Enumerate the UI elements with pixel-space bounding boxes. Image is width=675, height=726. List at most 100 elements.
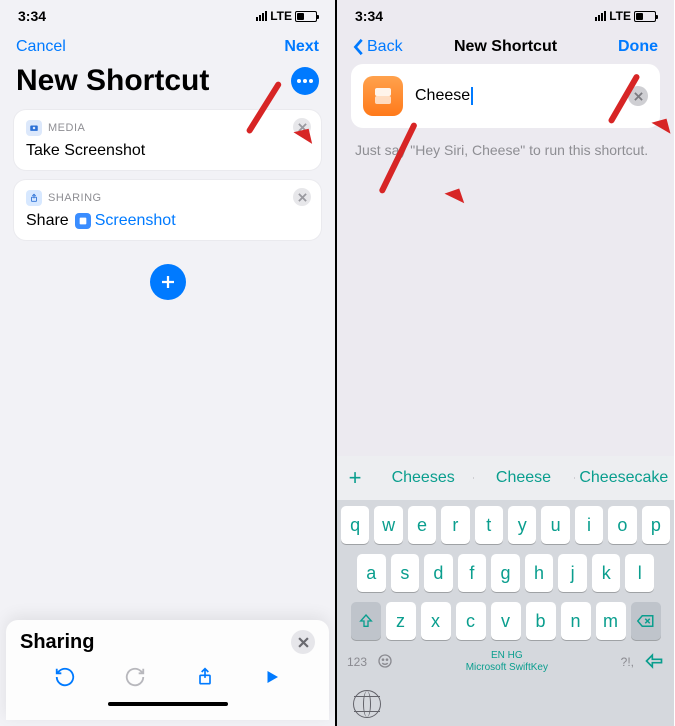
add-action-button[interactable] — [150, 264, 186, 300]
suggestion-bar: + Cheeses Cheese Cheesecake — [337, 456, 674, 500]
cancel-button[interactable]: Cancel — [16, 38, 66, 56]
key-v[interactable]: v — [491, 602, 521, 640]
key-g[interactable]: g — [491, 554, 520, 592]
emoji-key[interactable] — [377, 653, 393, 672]
shortcut-icon[interactable] — [363, 76, 403, 116]
key-m[interactable]: m — [596, 602, 626, 640]
card-action-label: Take Screenshot — [26, 142, 309, 160]
keyboard-brand-label: Microsoft SwiftKey — [466, 662, 548, 674]
key-s[interactable]: s — [391, 554, 420, 592]
key-a[interactable]: a — [357, 554, 386, 592]
bottom-toolbar — [20, 654, 315, 698]
card-action-line: Share Screenshot — [26, 212, 309, 230]
undo-button[interactable] — [54, 666, 76, 694]
status-icons: LTE — [256, 9, 317, 23]
key-y[interactable]: y — [508, 506, 536, 544]
key-h[interactable]: h — [525, 554, 554, 592]
key-k[interactable]: k — [592, 554, 621, 592]
card-category: MEDIA — [48, 122, 85, 134]
share-button[interactable] — [195, 666, 215, 694]
numeric-key[interactable]: 123 — [347, 655, 367, 669]
shortcut-name-input[interactable]: Cheese — [415, 87, 648, 105]
key-t[interactable]: t — [475, 506, 503, 544]
key-row-1: q w e r t y u i o p — [337, 500, 674, 550]
key-n[interactable]: n — [561, 602, 591, 640]
enter-key[interactable] — [644, 653, 664, 672]
sheet-title: Sharing — [20, 631, 94, 654]
key-z[interactable]: z — [386, 602, 416, 640]
text-cursor — [471, 87, 473, 105]
key-i[interactable]: i — [575, 506, 603, 544]
key-u[interactable]: u — [541, 506, 569, 544]
suggestion-1[interactable]: Cheeses — [373, 469, 473, 487]
status-time: 3:34 — [18, 8, 46, 24]
status-time: 3:34 — [355, 8, 383, 24]
key-o[interactable]: o — [608, 506, 636, 544]
status-bar: 3:34 LTE — [337, 0, 674, 28]
nav-bar: Back New Shortcut Done — [337, 28, 674, 64]
key-q[interactable]: q — [341, 506, 369, 544]
backspace-key[interactable] — [631, 602, 661, 640]
shortcut-name-card: Cheese — [351, 64, 660, 128]
share-variable-token[interactable]: Screenshot — [75, 212, 176, 230]
key-j[interactable]: j — [558, 554, 587, 592]
suggestion-3[interactable]: Cheesecake — [574, 469, 674, 487]
more-options-button[interactable] — [291, 67, 319, 95]
page-title: New Shortcut — [16, 64, 209, 98]
key-x[interactable]: x — [421, 602, 451, 640]
input-value: Cheese — [415, 87, 470, 105]
key-l[interactable]: l — [625, 554, 654, 592]
title-row: New Shortcut — [0, 64, 335, 110]
card-category: SHARING — [48, 192, 102, 204]
signal-icon — [256, 11, 267, 21]
key-c[interactable]: c — [456, 602, 486, 640]
run-button[interactable] — [263, 668, 281, 692]
key-row-2: a s d f g h j k l — [337, 550, 674, 596]
key-d[interactable]: d — [424, 554, 453, 592]
clear-input-button[interactable] — [628, 86, 648, 106]
key-e[interactable]: e — [408, 506, 436, 544]
share-label: Share — [26, 212, 69, 230]
battery-icon — [295, 11, 317, 22]
next-button[interactable]: Next — [284, 38, 319, 56]
globe-row — [337, 682, 674, 726]
keyboard-brand: EN HG Microsoft SwiftKey — [466, 650, 548, 674]
nav-bar: Cancel Next — [0, 28, 335, 64]
redo-button[interactable] — [124, 666, 146, 694]
network-label: LTE — [270, 9, 292, 23]
action-card-media[interactable]: MEDIA Take Screenshot — [14, 110, 321, 170]
globe-icon[interactable] — [353, 690, 381, 718]
camera-icon — [26, 120, 42, 136]
battery-icon — [634, 11, 656, 22]
key-p[interactable]: p — [642, 506, 670, 544]
share-icon — [26, 190, 42, 206]
screen-right-name-shortcut: 3:34 LTE Back New Shortcut Done Cheese J… — [337, 0, 674, 726]
signal-icon — [595, 11, 606, 21]
suggestion-2[interactable]: Cheese — [473, 469, 573, 487]
token-label: Screenshot — [95, 212, 176, 230]
screen-left-shortcut-builder: 3:34 LTE Cancel Next New Shortcut MEDIA … — [0, 0, 337, 726]
screenshot-icon — [75, 213, 91, 229]
close-sheet-button[interactable] — [291, 630, 315, 654]
bottom-sheet-sharing[interactable]: Sharing — [6, 620, 329, 720]
punctuation-key[interactable]: ?!, — [621, 655, 634, 669]
shift-key[interactable] — [351, 602, 381, 640]
nav-title: New Shortcut — [337, 38, 674, 56]
remove-action-button[interactable] — [293, 118, 311, 136]
key-f[interactable]: f — [458, 554, 487, 592]
key-w[interactable]: w — [374, 506, 402, 544]
status-icons: LTE — [595, 9, 656, 23]
key-row-fn: 123 EN HG Microsoft SwiftKey ?!, — [337, 646, 674, 682]
status-bar: 3:34 LTE — [0, 0, 335, 28]
key-b[interactable]: b — [526, 602, 556, 640]
key-r[interactable]: r — [441, 506, 469, 544]
action-card-sharing[interactable]: SHARING Share Screenshot — [14, 180, 321, 240]
keyboard: + Cheeses Cheese Cheesecake q w e r t y … — [337, 456, 674, 726]
siri-hint-text: Just say "Hey Siri, Cheese" to run this … — [337, 142, 674, 158]
key-row-3: z x c v b n m — [337, 596, 674, 646]
remove-action-button[interactable] — [293, 188, 311, 206]
card-header: SHARING — [26, 190, 309, 206]
home-indicator[interactable] — [108, 702, 228, 706]
suggestion-add-button[interactable]: + — [337, 465, 373, 491]
keyboard-language: EN HG — [466, 650, 548, 662]
